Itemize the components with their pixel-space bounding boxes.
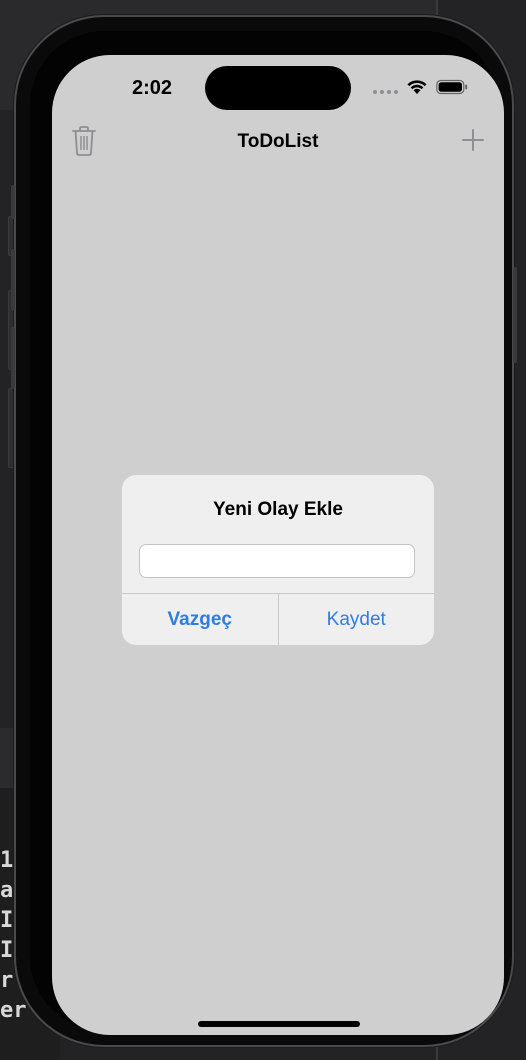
save-button[interactable]: Kaydet: [279, 594, 435, 645]
navigation-bar: ToDoList: [52, 119, 504, 163]
app-screen: 2:02 ToDoList Yeni Olay Ekle Vazgeç Kayd…: [52, 55, 504, 1035]
wifi-icon: [407, 80, 427, 94]
dynamic-island: [205, 66, 351, 110]
volume-down-button: [11, 327, 15, 389]
cellular-signal-icon: [373, 80, 398, 94]
add-event-alert: Yeni Olay Ekle Vazgeç Kaydet: [122, 475, 434, 645]
status-time: 2:02: [131, 77, 173, 99]
add-button[interactable]: [460, 127, 486, 153]
home-indicator[interactable]: [198, 1021, 360, 1027]
alert-title: Yeni Olay Ekle: [213, 499, 343, 520]
iphone-frame: 2:02 ToDoList Yeni Olay Ekle Vazgeç Kayd…: [11, 17, 517, 1045]
iphone-bezel: 2:02 ToDoList Yeni Olay Ekle Vazgeç Kayd…: [30, 31, 504, 1035]
alert-actions: Vazgeç Kaydet: [122, 593, 434, 645]
event-text-input[interactable]: [139, 544, 415, 578]
page-title: ToDoList: [237, 131, 319, 152]
plus-icon: [462, 129, 484, 151]
battery-icon: [436, 79, 468, 95]
cancel-button[interactable]: Vazgeç: [122, 594, 279, 645]
simulator-stage: 11 av In II r: er 2:02 ToDoList Yeni Ola…: [0, 0, 526, 1060]
status-icons: [373, 77, 468, 97]
power-button: [513, 267, 517, 363]
volume-up-button: [11, 249, 15, 311]
action-button: [11, 185, 15, 219]
